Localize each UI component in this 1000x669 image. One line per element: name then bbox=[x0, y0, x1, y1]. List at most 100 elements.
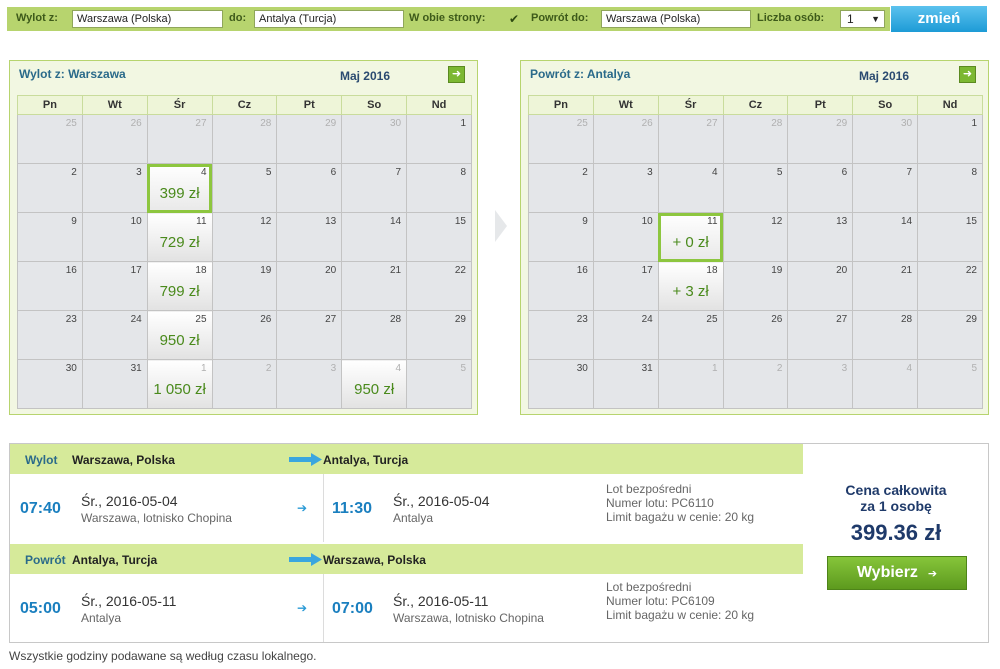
weekday-header: Wt bbox=[592, 95, 659, 115]
calendar-day: 25 bbox=[17, 114, 83, 164]
leg-from: Warszawa, Polska bbox=[72, 453, 175, 467]
calendar-day[interactable]: 1 1 050 zł bbox=[146, 359, 213, 409]
outbound-calendar-grid: Pn Wt Śr Cz Pt So Nd 25 26 27 28 29 30 1 2 3 4 399 zł 5 6 7… bbox=[17, 95, 472, 409]
calendar-day[interactable]: 18 799 zł bbox=[146, 261, 213, 311]
calendar-day[interactable]: 11 + 0 zł bbox=[657, 212, 724, 262]
weekday-header: Śr bbox=[657, 95, 724, 115]
search-bar: Wylot z: Warszawa (Polska) do: Antalya (… bbox=[7, 7, 890, 31]
calendar-day: 20 bbox=[276, 261, 343, 311]
from-input[interactable]: Warszawa (Polska) bbox=[72, 10, 223, 28]
calendar-day: 28 bbox=[211, 114, 278, 164]
calendar-day: 27 bbox=[146, 114, 213, 164]
calendar-day: 7 bbox=[852, 163, 919, 213]
calendar-day: 27 bbox=[787, 310, 854, 360]
day-number: 12 bbox=[260, 216, 272, 227]
weekday-header: Nd bbox=[406, 95, 472, 115]
day-number: 11 bbox=[196, 216, 207, 227]
day-number: 2 bbox=[265, 363, 272, 374]
calendar-day: 2 bbox=[17, 163, 83, 213]
day-number: 14 bbox=[389, 216, 402, 227]
calendar-day: 5 bbox=[722, 163, 789, 213]
day-number: 25 bbox=[576, 118, 588, 129]
calendar-day[interactable]: 25 950 zł bbox=[146, 310, 213, 360]
change-search-button[interactable]: zmień bbox=[891, 6, 987, 32]
day-number: 1 bbox=[460, 118, 466, 129]
day-number: 26 bbox=[641, 118, 653, 129]
return-leg-header: Powrót Antalya, Turcja Warszawa, Polska bbox=[10, 544, 803, 574]
calendar-day: 16 bbox=[528, 261, 594, 311]
weekday-header: Cz bbox=[211, 95, 278, 115]
calendar-day: 12 bbox=[211, 212, 278, 262]
calendar-day: 2 bbox=[211, 359, 278, 409]
day-number: 29 bbox=[836, 118, 848, 129]
calendar-day: 6 bbox=[787, 163, 854, 213]
day-number: 16 bbox=[576, 265, 588, 276]
day-number: 5 bbox=[265, 167, 272, 178]
day-number: 1 bbox=[200, 363, 207, 374]
day-number: 6 bbox=[330, 167, 337, 178]
day-number: 6 bbox=[841, 167, 848, 178]
calendar-week: 30 31 1 1 050 zł 2 3 4 950 zł 5 bbox=[17, 359, 472, 409]
weekday-header: Pt bbox=[276, 95, 343, 115]
divider bbox=[323, 474, 324, 542]
calendar-day: 3 bbox=[81, 163, 148, 213]
day-number: 19 bbox=[260, 265, 272, 276]
calendar-day: 19 bbox=[211, 261, 278, 311]
calendar-day: 1 bbox=[406, 114, 472, 164]
calendar-week: 23 24 25 950 zł 26 27 28 29 bbox=[17, 310, 472, 360]
calendar-day[interactable]: 18 + 3 zł bbox=[657, 261, 724, 311]
pax-select[interactable]: 1 ▼ bbox=[840, 10, 885, 28]
calendar-day[interactable]: 11 729 zł bbox=[146, 212, 213, 262]
divider bbox=[323, 574, 324, 642]
outbound-month: Maj 2016 bbox=[339, 69, 390, 83]
arrow-right-icon: ➔ bbox=[927, 568, 938, 580]
calendar-day[interactable]: 4 950 zł bbox=[341, 359, 408, 409]
day-number: 20 bbox=[325, 265, 337, 276]
calendar-day: 26 bbox=[81, 114, 148, 164]
day-price: 950 zł bbox=[159, 332, 200, 349]
departure-airport: Antalya bbox=[81, 611, 122, 625]
select-flight-button[interactable]: Wybierz ➔ bbox=[827, 556, 967, 590]
calendar-day: 26 bbox=[722, 310, 789, 360]
day-number: 11 bbox=[707, 216, 718, 227]
calendar-day: 30 bbox=[528, 359, 594, 409]
price-box: Cena całkowita za 1 osobę 399.36 zł Wybi… bbox=[803, 444, 989, 642]
to-input[interactable]: Antalya (Turcja) bbox=[254, 10, 404, 28]
weekday-header: Śr bbox=[146, 95, 213, 115]
chevron-down-icon: ▼ bbox=[871, 14, 880, 24]
arrival-time: 11:30 bbox=[332, 500, 373, 517]
outbound-leg-details: 07:40 Śr., 2016-05-04 Warszawa, lotnisko… bbox=[10, 474, 803, 542]
calendar-day: 10 bbox=[592, 212, 659, 262]
day-number: 9 bbox=[71, 216, 77, 227]
calendar-day: 22 bbox=[406, 261, 472, 311]
calendar-day: 5 bbox=[917, 359, 983, 409]
day-number: 3 bbox=[330, 363, 337, 374]
calendar-day: 29 bbox=[276, 114, 343, 164]
weekday-header: So bbox=[852, 95, 919, 115]
calendar-day: 3 bbox=[787, 359, 854, 409]
day-number: 14 bbox=[900, 216, 913, 227]
flight-type: Lot bezpośredni bbox=[606, 482, 692, 496]
calendar-day: 31 bbox=[81, 359, 148, 409]
day-number: 27 bbox=[325, 314, 337, 325]
calendar-day: 23 bbox=[17, 310, 83, 360]
day-number: 21 bbox=[389, 265, 402, 276]
calendar-week: 9 10 11 729 zł 12 13 14 15 bbox=[17, 212, 472, 262]
day-number: 23 bbox=[576, 314, 588, 325]
day-number: 15 bbox=[454, 216, 466, 227]
leg-role: Wylot bbox=[25, 453, 58, 467]
flight-summary: Wylot Warszawa, Polska Antalya, Turcja 0… bbox=[9, 443, 989, 643]
roundtrip-checkbox[interactable]: ✔ bbox=[509, 13, 521, 25]
calendar-day: 20 bbox=[787, 261, 854, 311]
to-label: do: bbox=[229, 12, 247, 24]
calendar-day: 9 bbox=[17, 212, 83, 262]
return-input[interactable]: Warszawa (Polska) bbox=[601, 10, 751, 28]
departure-date: Śr., 2016-05-11 bbox=[81, 593, 177, 609]
next-month-icon[interactable]: ➜ bbox=[959, 66, 976, 83]
day-number: 2 bbox=[776, 363, 783, 374]
calendar-day: 1 bbox=[917, 114, 983, 164]
calendar-day[interactable]: 4 399 zł bbox=[146, 163, 213, 213]
return-calendar-grid: Pn Wt Śr Cz Pt So Nd 25 26 27 28 29 30 1 2 3 4 5 6 7 8 9 10 11… bbox=[528, 95, 983, 409]
calendar-week: 2 3 4 5 6 7 8 bbox=[528, 163, 983, 213]
next-month-icon[interactable]: ➜ bbox=[448, 66, 465, 83]
